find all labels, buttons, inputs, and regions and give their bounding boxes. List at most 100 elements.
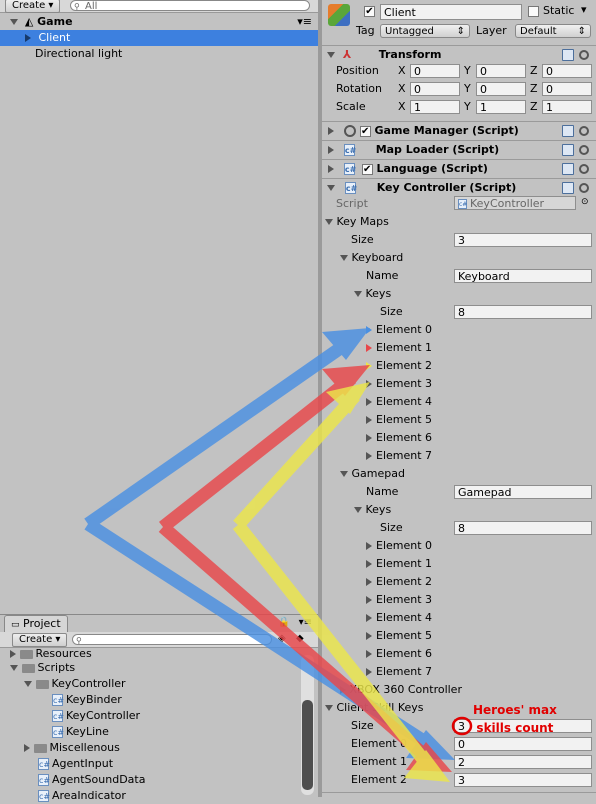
menu-icon[interactable]: ▾≡ (297, 14, 312, 30)
menu-icon[interactable]: ▾≡ (299, 617, 312, 628)
client-element-field[interactable]: 2 (454, 755, 592, 769)
key-element-foldout[interactable]: Element 3 (366, 592, 432, 608)
project-item-miscellenous[interactable]: Miscellenous (0, 740, 120, 756)
enabled-checkbox[interactable]: ✔ (359, 125, 371, 137)
key-element-foldout[interactable]: Element 6 (366, 646, 432, 662)
chevron-down-icon[interactable] (325, 705, 333, 711)
chevron-right-icon[interactable] (366, 632, 372, 640)
static-checkbox[interactable] (528, 6, 539, 17)
chevron-down-icon[interactable] (24, 681, 32, 687)
project-item-agentinput[interactable]: c# AgentInput (0, 756, 113, 772)
key-element-foldout[interactable]: Element 2 (366, 574, 432, 590)
component-language[interactable]: c# ✔ Language (Script) (322, 159, 596, 178)
filter-label-icon[interactable]: ◆ (296, 633, 304, 644)
chevron-down-icon[interactable] (354, 291, 362, 297)
key-element-foldout[interactable]: Element 6 (366, 430, 432, 446)
hierarchy-item-client[interactable]: Client (0, 30, 318, 46)
hierarchy-search-input[interactable]: ⚲ All (70, 0, 310, 12)
key-element-foldout[interactable]: Element 1 (366, 556, 432, 572)
chevron-down-icon[interactable]: ▾ (581, 3, 587, 16)
gear-icon[interactable] (579, 183, 589, 193)
chevron-right-icon[interactable] (366, 380, 372, 388)
component-game-manager[interactable]: ✔ Game Manager (Script) (322, 121, 596, 140)
client-element-field[interactable]: 0 (454, 737, 592, 751)
active-checkbox[interactable]: ✔ (364, 6, 375, 17)
keys-foldout[interactable]: Keys (351, 502, 391, 518)
project-item-areaindicator[interactable]: c# AreaIndicator (0, 788, 126, 804)
chevron-down-icon[interactable] (325, 219, 333, 225)
chevron-right-icon[interactable] (328, 127, 334, 135)
project-search-input[interactable]: ⚲ (72, 634, 272, 645)
transform-x-field[interactable]: 0 (410, 82, 460, 96)
transform-z-field[interactable]: 1 (542, 100, 592, 114)
chevron-down-icon[interactable] (354, 507, 362, 513)
gear-icon[interactable] (579, 164, 589, 174)
project-item-keycontroller[interactable]: c# KeyController (0, 708, 140, 724)
transform-x-field[interactable]: 1 (410, 100, 460, 114)
key-maps-foldout[interactable]: Key Maps (322, 214, 389, 230)
chevron-right-icon[interactable] (366, 362, 372, 370)
chevron-right-icon[interactable] (328, 146, 334, 154)
component-key-controller[interactable]: c# Key Controller (Script) (322, 178, 596, 197)
help-book-icon[interactable] (562, 163, 574, 175)
help-book-icon[interactable] (562, 49, 574, 61)
key-element-foldout[interactable]: Element 3 (366, 376, 432, 392)
project-item-agentsounddata[interactable]: c# AgentSoundData (0, 772, 145, 788)
chevron-right-icon[interactable] (366, 614, 372, 622)
client-skill-keys-foldout[interactable]: Client Skill Keys (322, 700, 424, 716)
key-element-foldout[interactable]: Element 5 (366, 412, 432, 428)
keyboard-name-field[interactable]: Keyboard (454, 269, 592, 283)
transform-y-field[interactable]: 1 (476, 100, 526, 114)
scrollbar-thumb[interactable] (302, 700, 313, 790)
transform-x-field[interactable]: 0 (410, 64, 460, 78)
client-element-field[interactable]: 3 (454, 773, 592, 787)
chevron-down-icon[interactable] (10, 19, 18, 25)
chevron-down-icon[interactable] (327, 185, 335, 191)
keyboard-keys-size-field[interactable]: 8 (454, 305, 592, 319)
gear-icon[interactable] (579, 126, 589, 136)
chevron-down-icon[interactable] (340, 471, 348, 477)
chevron-right-icon[interactable] (366, 326, 372, 334)
project-item-keybinder[interactable]: c# KeyBinder (0, 692, 122, 708)
chevron-right-icon[interactable] (366, 344, 372, 352)
chevron-right-icon[interactable] (328, 165, 334, 173)
chevron-right-icon[interactable] (366, 596, 372, 604)
chevron-right-icon[interactable] (366, 452, 372, 460)
key-element-foldout[interactable]: Element 4 (366, 394, 432, 410)
gamepad-keys-size-field[interactable]: 8 (454, 521, 592, 535)
key-element-foldout[interactable]: Element 0 (366, 538, 432, 554)
chevron-right-icon[interactable] (24, 744, 30, 752)
scene-row[interactable]: ◭ Game ▾≡ (0, 14, 318, 30)
filter-type-icon[interactable]: ◈ (278, 633, 286, 644)
chevron-right-icon[interactable] (25, 34, 31, 42)
key-maps-size-field[interactable]: 3 (454, 233, 592, 247)
chevron-down-icon[interactable] (340, 255, 348, 261)
create-button[interactable]: Create ▾ (5, 0, 61, 13)
component-map-loader[interactable]: c# Map Loader (Script) (322, 140, 596, 159)
key-element-foldout[interactable]: Element 7 (366, 664, 432, 680)
project-scrollbar[interactable] (301, 655, 314, 795)
enabled-checkbox[interactable]: ✔ (361, 163, 373, 175)
help-book-icon[interactable] (562, 182, 574, 194)
chevron-right-icon[interactable] (366, 416, 372, 424)
layer-dropdown[interactable]: Default ⇕ (515, 24, 591, 38)
lock-icon[interactable]: 🔒 (278, 617, 290, 628)
object-name-field[interactable]: Client (380, 4, 522, 20)
project-create-button[interactable]: Create ▾ (12, 633, 68, 647)
chevron-right-icon[interactable] (10, 650, 16, 658)
key-element-foldout[interactable]: Element 4 (366, 610, 432, 626)
key-element-foldout[interactable]: Element 5 (366, 628, 432, 644)
help-book-icon[interactable] (562, 125, 574, 137)
gamepad-name-field[interactable]: Gamepad (454, 485, 592, 499)
project-item-scripts[interactable]: Scripts (0, 660, 75, 676)
xbox-foldout[interactable]: XBOX 360 Controller (337, 682, 462, 698)
transform-y-field[interactable]: 0 (476, 82, 526, 96)
gamepad-foldout[interactable]: Gamepad (337, 466, 405, 482)
project-item-keycontroller-folder[interactable]: KeyController (0, 676, 126, 692)
transform-z-field[interactable]: 0 (542, 64, 592, 78)
chevron-right-icon[interactable] (366, 542, 372, 550)
tag-dropdown[interactable]: Untagged ⇕ (380, 24, 470, 38)
keyboard-foldout[interactable]: Keyboard (337, 250, 403, 266)
chevron-right-icon[interactable] (366, 560, 372, 568)
chevron-right-icon[interactable] (366, 398, 372, 406)
